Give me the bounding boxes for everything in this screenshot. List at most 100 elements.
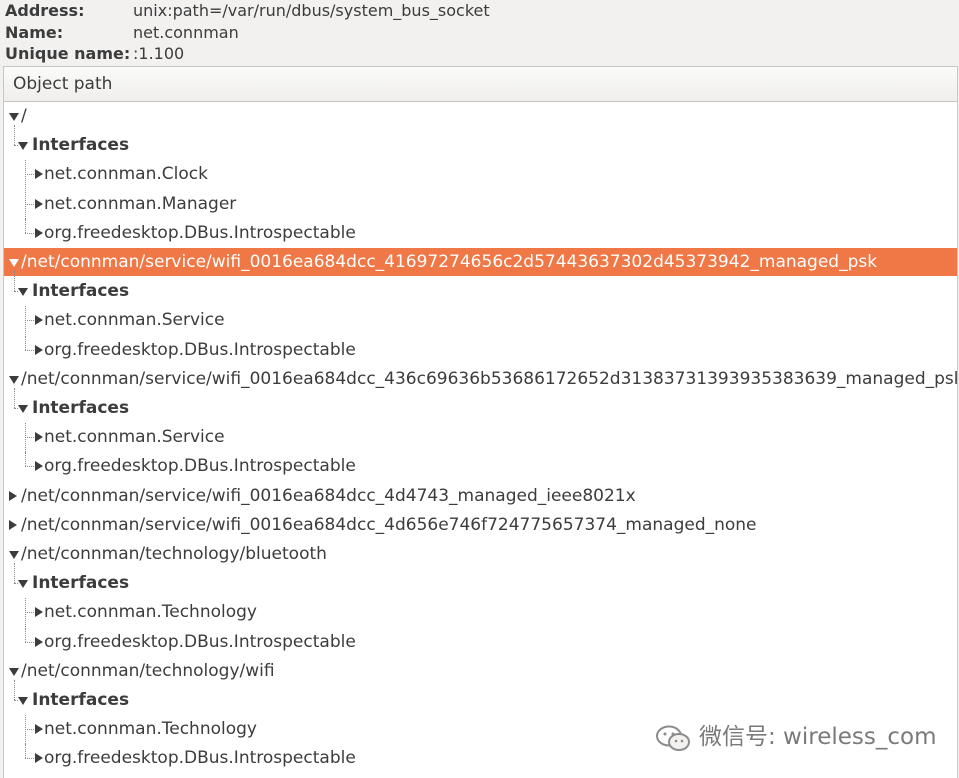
tree-connector-line (25, 744, 26, 759)
tree-row-object-path[interactable]: /net/connman/technology/bluetooth (4, 540, 957, 568)
tree-connector-line (25, 349, 34, 351)
column-header-object-path[interactable]: Object path (4, 67, 957, 102)
tree-connector-line (25, 218, 26, 233)
tree-row-label: Interfaces (32, 281, 130, 302)
wechat-icon (656, 725, 690, 751)
address-label: Address: (5, 1, 85, 20)
expander-collapsed-icon[interactable] (35, 724, 43, 735)
tree-connector-line (14, 125, 15, 146)
name-label: Name: (5, 23, 64, 42)
expander-collapsed-icon[interactable] (9, 490, 17, 501)
expander-expanded-icon[interactable] (18, 580, 28, 589)
tree-row-label: /net/connman/service/wifi_0016ea684dcc_4… (21, 485, 636, 506)
unique-name-value: :1.100 (133, 44, 185, 63)
tree-row-label: / (21, 106, 27, 126)
tree-row-object-path[interactable]: /net/connman/service/wifi_0016ea684dcc_4… (4, 482, 957, 510)
tree-row-label: org.freedesktop.DBus.Introspectable (44, 339, 356, 360)
watermark-text: 微信号: wireless_com (699, 724, 937, 750)
expander-expanded-icon[interactable] (9, 551, 19, 559)
unique-name-label: Unique name: (5, 44, 131, 63)
tree-row-object-path[interactable]: / (4, 102, 957, 130)
tree-row-object-path[interactable]: /net/connman/service/wifi_0016ea684dcc_4… (4, 365, 957, 393)
tree-row-interfaces[interactable]: Interfaces (4, 271, 957, 305)
tree-row-label: org.freedesktop.DBus.Introspectable (44, 456, 356, 477)
expander-expanded-icon[interactable] (18, 405, 28, 413)
tree-row-label: net.connman.Clock (44, 164, 208, 185)
tree-connector-line (25, 174, 34, 176)
tree-connector-line (25, 641, 34, 643)
tree-row-interface[interactable]: net.connman.Service (4, 423, 957, 453)
expander-collapsed-icon[interactable] (35, 169, 43, 180)
tree-connector-line (25, 232, 34, 234)
expander-collapsed-icon[interactable] (35, 432, 43, 443)
tree-connector-line (25, 452, 26, 467)
expander-expanded-icon[interactable] (9, 375, 19, 384)
tree-row-label: net.connman.Technology (44, 602, 257, 623)
tree-row-interface[interactable]: net.connman.Clock (4, 160, 957, 190)
tree-row-label: org.freedesktop.DBus.Introspectable (44, 631, 356, 652)
expander-collapsed-icon[interactable] (35, 227, 43, 238)
tree-row-object-path[interactable]: /net/connman/service/wifi_0016ea684dcc_4… (4, 511, 957, 539)
tree-row-interfaces[interactable]: Interfaces (4, 563, 957, 597)
tree-row-interface[interactable]: org.freedesktop.DBus.Introspectable (4, 452, 957, 480)
tree-connector-line (25, 627, 26, 642)
expander-collapsed-icon[interactable] (35, 198, 43, 209)
tree-row-label: /net/connman/service/wifi_0016ea684dcc_4… (21, 514, 757, 535)
tree-row-interface[interactable]: org.freedesktop.DBus.Introspectable (4, 627, 957, 656)
tree-row-interfaces[interactable]: Interfaces (4, 388, 957, 422)
expander-expanded-icon[interactable] (9, 259, 19, 267)
tree-connector-line (14, 271, 15, 292)
tree-row-label: net.connman.Manager (44, 193, 237, 214)
object-tree-view[interactable]: Object path / Interfaces net.connman.Clock… (3, 66, 958, 778)
tree-row-interface[interactable]: net.connman.Service (4, 306, 957, 336)
expander-expanded-icon[interactable] (18, 697, 28, 705)
tree-connector-line (25, 335, 26, 350)
tree-row-object-path[interactable]: /net/connman/technology/wifi (4, 657, 957, 685)
expander-collapsed-icon[interactable] (35, 753, 43, 764)
tree-connector-line (25, 612, 34, 614)
tree-row-interface[interactable]: org.freedesktop.DBus.Introspectable (4, 218, 957, 247)
expander-collapsed-icon[interactable] (35, 315, 43, 326)
tree-row-label: /net/connman/technology/wifi (21, 660, 275, 681)
tree-row-interface[interactable]: net.connman.Manager (4, 189, 957, 219)
tree-connector-line (14, 700, 18, 701)
tree-row-label: net.connman.Service (44, 310, 225, 331)
tree-row-interfaces[interactable]: Interfaces (4, 125, 957, 159)
expander-collapsed-icon[interactable] (35, 344, 43, 355)
expander-expanded-icon[interactable] (9, 667, 19, 676)
tree-connector-line (14, 583, 18, 585)
name-value: net.connman (133, 23, 239, 42)
expander-collapsed-icon[interactable] (35, 461, 43, 472)
expander-expanded-icon[interactable] (9, 113, 19, 121)
tree-connector-line (14, 680, 15, 700)
expander-expanded-icon[interactable] (18, 142, 28, 151)
tree-row-interface[interactable]: net.connman.Technology (4, 598, 957, 628)
tree-row-label: Interfaces (32, 135, 130, 156)
tree-row-label: /net/connman/service/wifi_0016ea684dcc_4… (21, 368, 958, 389)
tree-row-label: net.connman.Service (44, 427, 225, 448)
tree-connector-line (25, 203, 34, 205)
expander-expanded-icon[interactable] (18, 288, 28, 297)
tree-connector-line (14, 563, 15, 584)
tree-row-label: Interfaces (32, 573, 130, 594)
tree-row-object-path[interactable]: /net/connman/service/wifi_0016ea684dcc_4… (4, 248, 957, 276)
tree-connector-line (25, 320, 34, 322)
tree-row-label: /net/connman/service/wifi_0016ea684dcc_4… (21, 252, 878, 272)
expander-collapsed-icon[interactable] (35, 636, 43, 647)
expander-collapsed-icon[interactable] (35, 607, 43, 618)
tree-row-label: org.freedesktop.DBus.Introspectable (44, 748, 356, 769)
tree-connector-line (14, 145, 18, 147)
tree-connector-line (25, 437, 34, 439)
object-tree[interactable]: / Interfaces net.connman.Clock net.connman.… (4, 102, 957, 778)
tree-row-interface[interactable]: org.freedesktop.DBus.Introspectable (4, 335, 957, 364)
tree-row-label: org.freedesktop.DBus.Introspectable (44, 222, 356, 243)
tree-connector-line (14, 408, 18, 409)
tree-row-label: /net/connman/technology/bluetooth (21, 544, 327, 564)
tree-row-label: net.connman.Technology (44, 719, 257, 740)
tree-row-interfaces[interactable]: Interfaces (4, 680, 957, 714)
expander-collapsed-icon[interactable] (9, 519, 17, 530)
tree-connector-line (14, 291, 18, 293)
tree-connector-line (25, 758, 34, 760)
tree-row-label: Interfaces (32, 690, 130, 710)
tree-connector-line (14, 388, 15, 408)
